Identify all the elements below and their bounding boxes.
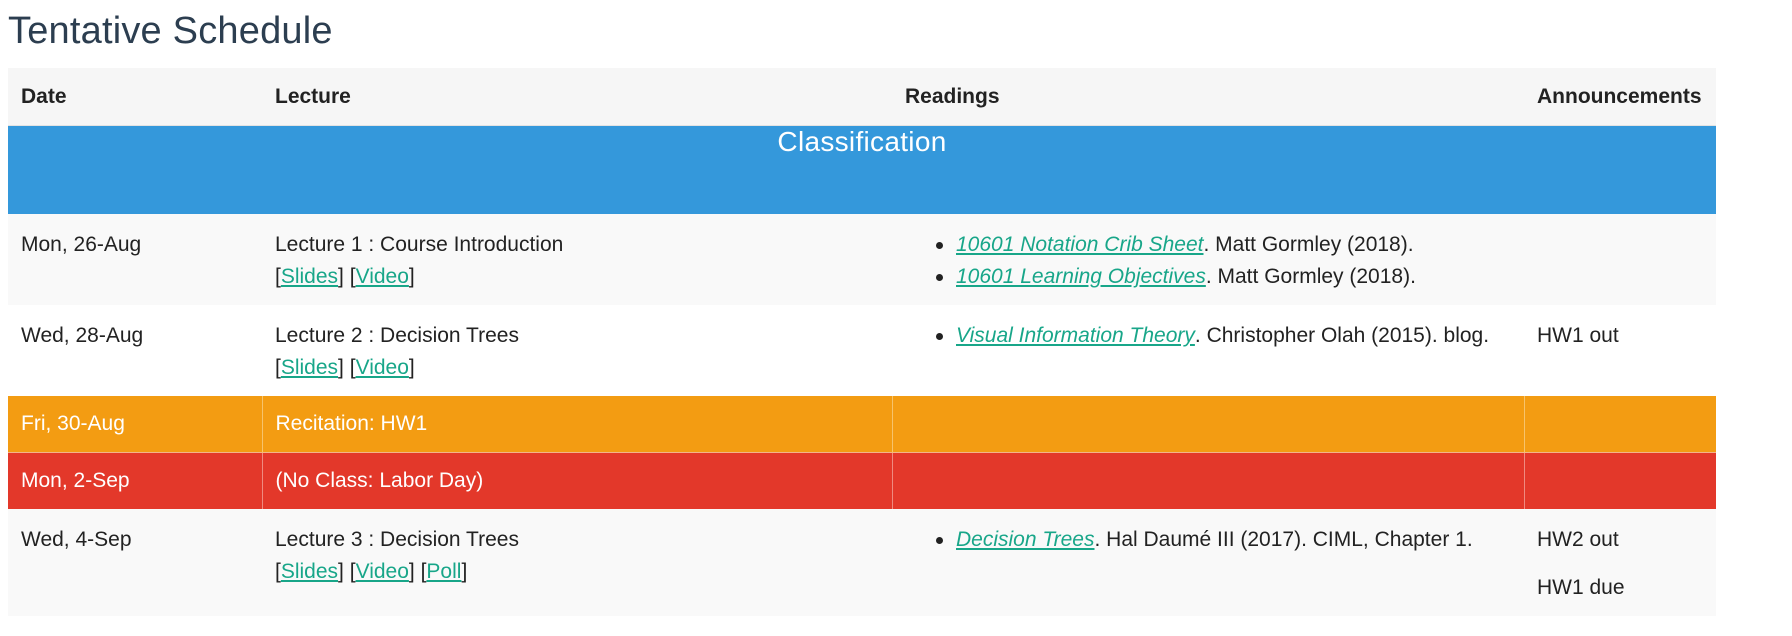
table-row: Mon, 26-Aug Lecture 1 : Course Introduct… [8, 214, 1716, 305]
row-date: Mon, 26-Aug [8, 214, 262, 305]
row-readings-cell: 10601 Notation Crib Sheet. Matt Gormley … [892, 214, 1524, 305]
row-lecture-cell: Lecture 3 : Decision Trees [Slides] [Vid… [262, 509, 892, 616]
announcement: HW2 out [1537, 528, 1619, 551]
section-row: Classification [8, 125, 1716, 214]
video-link[interactable]: Video [356, 356, 409, 379]
page-title: Tentative Schedule [8, 10, 333, 52]
row-announcements [1524, 214, 1716, 305]
section-title: Classification [8, 125, 1716, 214]
schedule-page: Tentative Schedule Date Lecture Readings… [0, 0, 1792, 636]
schedule-table: Date Lecture Readings Announcements Clas… [8, 68, 1716, 616]
row-date: Wed, 4-Sep [8, 509, 262, 616]
header-announcements: Announcements [1524, 68, 1716, 126]
readings-list: 10601 Notation Crib Sheet. Matt Gormley … [905, 229, 1511, 293]
table-row-recitation: Fri, 30-Aug Recitation: HW1 [8, 396, 1716, 453]
row-readings-cell: Visual Information Theory. Christopher O… [892, 305, 1524, 396]
row-readings-cell [892, 452, 1525, 509]
lecture-title: Lecture 1 : Course Introduction [275, 233, 564, 256]
reading-item: 10601 Learning Objectives. Matt Gormley … [905, 261, 1511, 293]
slides-link[interactable]: Slides [281, 356, 338, 379]
header-date: Date [8, 68, 262, 126]
slides-link[interactable]: Slides [281, 265, 338, 288]
slides-link[interactable]: Slides [281, 560, 338, 583]
row-date: Wed, 28-Aug [8, 305, 262, 396]
row-readings-cell [892, 396, 1525, 453]
row-announcements: HW1 out [1524, 305, 1716, 396]
row-announcements: HW2 out HW1 due [1524, 509, 1716, 616]
reading-citation: . Christopher Olah (2015). blog. [1194, 324, 1490, 347]
lecture-links: [Slides] [Video] [Poll] [275, 560, 468, 583]
table-row-holiday: Mon, 2-Sep (No Class: Labor Day) [8, 452, 1716, 509]
header-row: Date Lecture Readings Announcements [8, 68, 1716, 126]
reading-link[interactable]: 10601 Learning Objectives [956, 265, 1206, 288]
readings-list: Decision Trees. Hal Daumé III (2017). CI… [905, 524, 1511, 556]
reading-item: Visual Information Theory. Christopher O… [905, 320, 1511, 352]
poll-link[interactable]: Poll [426, 560, 461, 583]
row-announcements [1524, 396, 1716, 453]
video-link[interactable]: Video [356, 265, 409, 288]
reading-link[interactable]: Decision Trees [956, 528, 1095, 551]
announcement: HW1 due [1537, 576, 1625, 599]
reading-item: Decision Trees. Hal Daumé III (2017). CI… [905, 524, 1511, 556]
row-announcements [1524, 452, 1716, 509]
lecture-title: Lecture 3 : Decision Trees [275, 528, 519, 551]
lecture-links: [Slides] [Video] [275, 265, 415, 288]
lecture-links: [Slides] [Video] [275, 356, 415, 379]
row-lecture: (No Class: Labor Day) [262, 452, 893, 509]
row-date: Fri, 30-Aug [8, 396, 263, 453]
readings-list: Visual Information Theory. Christopher O… [905, 320, 1511, 352]
row-readings-cell: Decision Trees. Hal Daumé III (2017). CI… [892, 509, 1524, 616]
table-row: Wed, 28-Aug Lecture 2 : Decision Trees [… [8, 305, 1716, 396]
header-lecture: Lecture [262, 68, 892, 126]
reading-citation: . Matt Gormley (2018). [1205, 265, 1416, 288]
reading-citation: . Hal Daumé III (2017). CIML, Chapter 1. [1094, 528, 1473, 551]
row-date: Mon, 2-Sep [8, 452, 263, 509]
row-lecture: Recitation: HW1 [262, 396, 893, 453]
reading-citation: . Matt Gormley (2018). [1203, 233, 1414, 256]
reading-link[interactable]: Visual Information Theory [956, 324, 1195, 347]
row-lecture-cell: Lecture 2 : Decision Trees [Slides] [Vid… [262, 305, 892, 396]
header-readings: Readings [892, 68, 1524, 126]
reading-item: 10601 Notation Crib Sheet. Matt Gormley … [905, 229, 1511, 261]
reading-link[interactable]: 10601 Notation Crib Sheet [956, 233, 1204, 256]
row-lecture-cell: Lecture 1 : Course Introduction [Slides]… [262, 214, 892, 305]
video-link[interactable]: Video [356, 560, 409, 583]
lecture-title: Lecture 2 : Decision Trees [275, 324, 519, 347]
table-row: Wed, 4-Sep Lecture 3 : Decision Trees [S… [8, 509, 1716, 616]
announcement: HW1 out [1537, 324, 1619, 347]
